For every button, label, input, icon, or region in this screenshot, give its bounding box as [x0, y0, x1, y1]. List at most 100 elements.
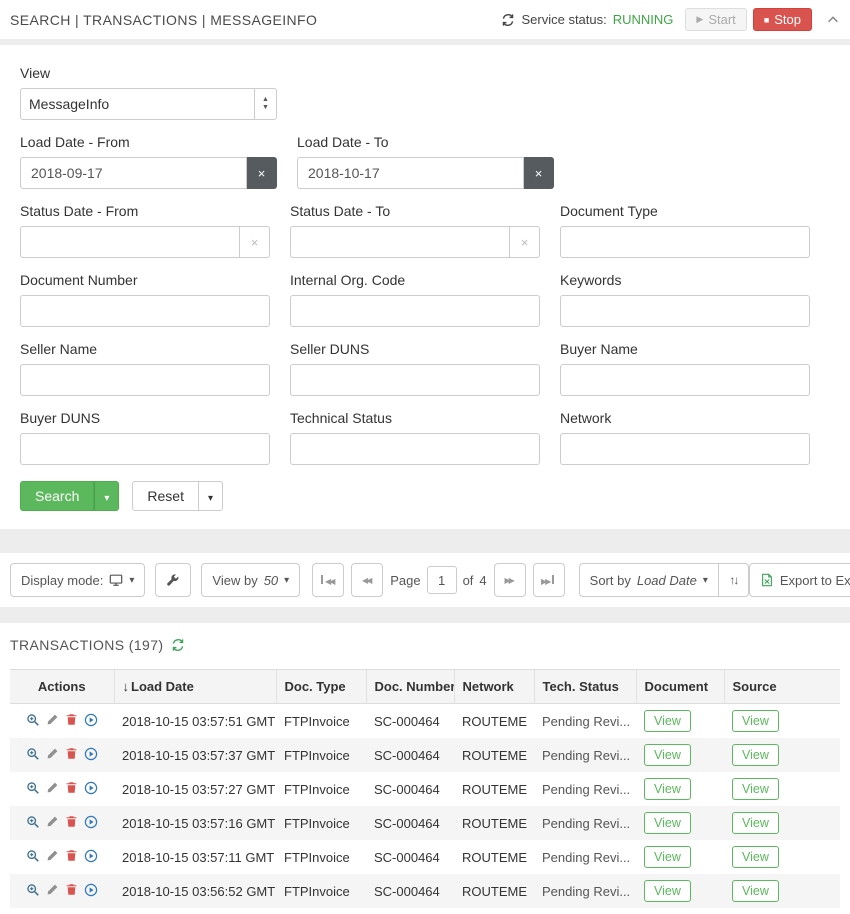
zoom-in-icon[interactable] [26, 849, 40, 863]
seller-name-input[interactable] [20, 364, 270, 396]
clear-status-date-to-button[interactable]: × [510, 226, 540, 258]
zoom-in-icon[interactable] [26, 747, 40, 761]
start-button[interactable]: ▶ Start [685, 8, 746, 31]
source-view-button[interactable]: View [732, 880, 779, 902]
cell-doc-number: SC-000464 [366, 840, 454, 874]
delete-trash-icon[interactable] [65, 883, 78, 896]
header-load-date[interactable]: ↓Load Date [114, 670, 276, 704]
play-circle-icon[interactable] [84, 713, 98, 727]
field-label-keywords: Keywords [560, 272, 810, 288]
view-by-value: 50 [264, 573, 278, 588]
refresh-transactions-icon[interactable] [171, 638, 185, 652]
status-date-to-input[interactable] [290, 226, 510, 258]
header-doc-number[interactable]: Doc. Number [366, 670, 454, 704]
view-by-button[interactable]: View by 50 ▾ [201, 563, 300, 597]
play-circle-icon[interactable] [84, 747, 98, 761]
source-view-button[interactable]: View [732, 812, 779, 834]
source-view-button[interactable]: View [732, 744, 779, 766]
network-input[interactable] [560, 433, 810, 465]
buyer-duns-input[interactable] [20, 433, 270, 465]
zoom-in-icon[interactable] [26, 713, 40, 727]
search-button[interactable]: Search [20, 481, 94, 511]
sort-direction-button[interactable]: ↑↓ [719, 563, 749, 597]
source-view-button[interactable]: View [732, 846, 779, 868]
zoom-in-icon[interactable] [26, 815, 40, 829]
document-view-button[interactable]: View [644, 880, 691, 902]
zoom-in-icon[interactable] [26, 883, 40, 897]
monitor-icon [109, 573, 123, 587]
last-page-icon: ▶▶ [541, 575, 556, 586]
table-row: 2018-10-15 03:57:51 GMT FTPInvoice SC-00… [10, 704, 840, 739]
keywords-input[interactable] [560, 295, 810, 327]
edit-pencil-icon[interactable] [46, 815, 59, 828]
stop-button[interactable]: ■ Stop [753, 8, 812, 31]
document-view-button[interactable]: View [644, 710, 691, 732]
next-page-button[interactable]: ▶▶ [494, 563, 526, 597]
app-root: SEARCH | TRANSACTIONS | MESSAGEINFO Serv… [0, 0, 850, 914]
delete-trash-icon[interactable] [65, 781, 78, 794]
clear-load-date-from-button[interactable]: × [247, 157, 277, 189]
field-label-seller-duns: Seller DUNS [290, 341, 540, 357]
search-dropdown-button[interactable]: ▾ [94, 481, 119, 511]
document-number-input[interactable] [20, 295, 270, 327]
view-label: View [20, 65, 277, 81]
header-tech-status[interactable]: Tech. Status [534, 670, 636, 704]
sort-by-button[interactable]: Sort by Load Date ▾ [579, 563, 719, 597]
play-circle-icon[interactable] [84, 849, 98, 863]
page-number-input[interactable] [427, 566, 457, 594]
chevron-up-icon[interactable] [826, 13, 840, 27]
breadcrumb: SEARCH | TRANSACTIONS | MESSAGEINFO [10, 12, 501, 28]
cell-network: ROUTEME [454, 840, 534, 874]
header-doc-type[interactable]: Doc. Type [276, 670, 366, 704]
cell-load-date: 2018-10-15 03:57:16 GMT [114, 806, 276, 840]
play-circle-icon[interactable] [84, 781, 98, 795]
zoom-in-icon[interactable] [26, 781, 40, 795]
table-row: 2018-10-15 03:57:11 GMT FTPInvoice SC-00… [10, 840, 840, 874]
cell-tech-status: Pending Revi... [534, 738, 636, 772]
document-view-button[interactable]: View [644, 778, 691, 800]
clear-load-date-to-button[interactable]: × [524, 157, 554, 189]
edit-pencil-icon[interactable] [46, 747, 59, 760]
play-circle-icon[interactable] [84, 815, 98, 829]
view-select[interactable]: MessageInfo [20, 88, 277, 120]
header-network[interactable]: Network [454, 670, 534, 704]
export-to-excel-button[interactable]: Export to Excel [749, 563, 850, 597]
source-view-button[interactable]: View [732, 710, 779, 732]
reset-button[interactable]: Reset [132, 481, 199, 511]
document-type-input[interactable] [560, 226, 810, 258]
delete-trash-icon[interactable] [65, 815, 78, 828]
edit-pencil-icon[interactable] [46, 849, 59, 862]
status-date-from-input[interactable] [20, 226, 240, 258]
last-page-button[interactable]: ▶▶ [533, 563, 565, 597]
delete-trash-icon[interactable] [65, 713, 78, 726]
play-circle-icon[interactable] [84, 883, 98, 897]
edit-pencil-icon[interactable] [46, 781, 59, 794]
display-mode-button[interactable]: Display mode: ▾ [10, 563, 145, 597]
table-row: 2018-10-15 03:57:16 GMT FTPInvoice SC-00… [10, 806, 840, 840]
cell-tech-status: Pending Revi... [534, 840, 636, 874]
document-view-button[interactable]: View [644, 846, 691, 868]
sort-by-value: Load Date [637, 573, 697, 588]
buyer-name-input[interactable] [560, 364, 810, 396]
page-label: Page [390, 573, 420, 588]
edit-pencil-icon[interactable] [46, 713, 59, 726]
refresh-icon[interactable] [501, 13, 515, 27]
load-date-to-input[interactable] [297, 157, 524, 189]
technical-status-input[interactable] [290, 433, 540, 465]
first-page-button[interactable]: ◀◀ [312, 563, 344, 597]
edit-pencil-icon[interactable] [46, 883, 59, 896]
reset-dropdown-button[interactable]: ▾ [198, 481, 223, 511]
clear-status-date-from-button[interactable]: × [240, 226, 270, 258]
load-date-from-input[interactable] [20, 157, 247, 189]
settings-button[interactable] [155, 563, 191, 597]
delete-trash-icon[interactable] [65, 747, 78, 760]
internal-org-code-input[interactable] [290, 295, 540, 327]
delete-trash-icon[interactable] [65, 849, 78, 862]
document-view-button[interactable]: View [644, 744, 691, 766]
previous-page-button[interactable]: ◀◀ [351, 563, 383, 597]
sort-arrows-icon: ↑↓ [729, 573, 737, 587]
seller-duns-input[interactable] [290, 364, 540, 396]
document-view-button[interactable]: View [644, 812, 691, 834]
source-view-button[interactable]: View [732, 778, 779, 800]
page-total: 4 [479, 573, 486, 588]
